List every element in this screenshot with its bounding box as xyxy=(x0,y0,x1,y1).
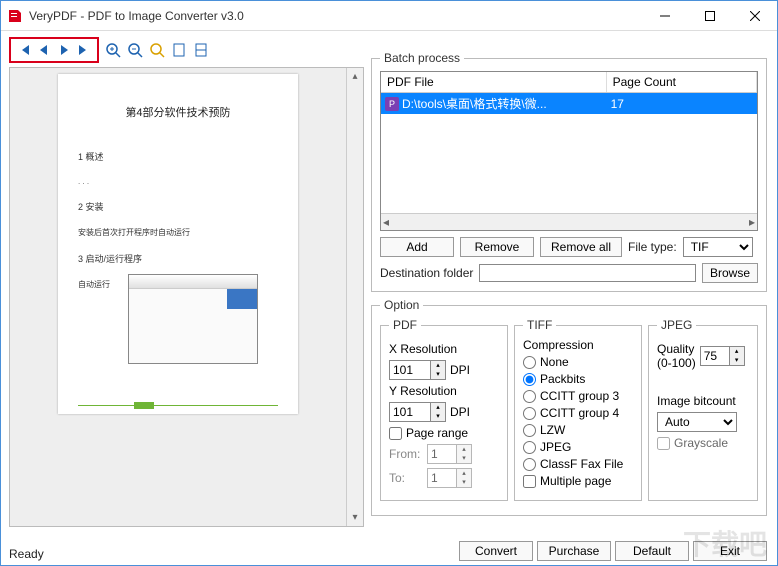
preview-divider xyxy=(78,405,278,406)
batch-header: PDF File Page Count xyxy=(381,72,757,93)
prev-page-button[interactable] xyxy=(35,41,53,59)
preview-line: 安装后首次打开程序时自动运行 xyxy=(78,227,278,238)
bitcount-select[interactable]: Auto xyxy=(657,412,737,432)
col-page-count[interactable]: Page Count xyxy=(607,72,757,92)
filetype-label: File type: xyxy=(628,240,677,254)
zoom-in-button[interactable] xyxy=(103,40,123,60)
last-page-button[interactable] xyxy=(75,41,93,59)
actual-size-button[interactable] xyxy=(147,40,167,60)
destination-label: Destination folder xyxy=(380,266,473,280)
convert-button[interactable]: Convert xyxy=(459,541,533,561)
toolbar xyxy=(9,35,211,65)
preview-line: 1 概述 xyxy=(78,150,278,163)
app-icon xyxy=(7,8,23,24)
quality-input[interactable]: ▴▾ xyxy=(700,346,745,366)
preview-line: 3 启动/运行程序 xyxy=(78,252,278,265)
yres-label: Y Resolution xyxy=(389,384,457,398)
pdf-legend: PDF xyxy=(389,318,421,332)
remove-all-button[interactable]: Remove all xyxy=(540,237,622,257)
dpi-label: DPI xyxy=(450,405,470,419)
zoom-out-button[interactable] xyxy=(125,40,145,60)
yres-input[interactable]: ▴▾ xyxy=(389,402,446,422)
grayscale-checkbox[interactable] xyxy=(657,437,670,450)
fit-width-button[interactable] xyxy=(191,40,211,60)
dpi-label: DPI xyxy=(450,363,470,377)
purchase-button[interactable]: Purchase xyxy=(537,541,611,561)
option-group: Option PDF X Resolution ▴▾ DPI Y Resolut… xyxy=(371,298,767,516)
preview-line: 2 安装 xyxy=(78,200,278,213)
file-path: D:\tools\桌面\格式转换\微... xyxy=(402,95,547,112)
batch-row-selected[interactable]: PD:\tools\桌面\格式转换\微... 17 xyxy=(381,93,757,114)
comp-none[interactable]: None xyxy=(523,355,633,369)
preview-title: 第4部分软件技术预防 xyxy=(78,104,278,120)
comp-lzw[interactable]: LZW xyxy=(523,423,633,437)
fit-page-button[interactable] xyxy=(169,40,189,60)
preview-scrollbar[interactable]: ▴ ▾ xyxy=(346,68,363,526)
pdf-group: PDF X Resolution ▴▾ DPI Y Resolution ▴▾ … xyxy=(380,318,508,501)
grayscale-label: Grayscale xyxy=(674,436,728,450)
quality-label: Quality xyxy=(657,342,696,356)
pdf-file-icon: P xyxy=(385,97,399,111)
add-button[interactable]: Add xyxy=(380,237,454,257)
batch-legend: Batch process xyxy=(380,51,464,65)
to-label: To: xyxy=(389,471,423,485)
comp-ccitt3[interactable]: CCITT group 3 xyxy=(523,389,633,403)
preview-pane: 第4部分软件技术预防 1 概述 . . . 2 安装 安装后首次打开程序时自动运… xyxy=(9,67,364,527)
remove-button[interactable]: Remove xyxy=(460,237,534,257)
close-button[interactable] xyxy=(732,1,777,30)
batch-hscroll[interactable]: ◂▸ xyxy=(381,213,757,230)
xres-input[interactable]: ▴▾ xyxy=(389,360,446,380)
pdf-page-preview: 第4部分软件技术预防 1 概述 . . . 2 安装 安装后首次打开程序时自动运… xyxy=(58,74,298,414)
comp-jpeg[interactable]: JPEG xyxy=(523,440,633,454)
to-input[interactable]: ▴▾ xyxy=(427,468,472,488)
minimize-button[interactable] xyxy=(642,1,687,30)
exit-button[interactable]: Exit xyxy=(693,541,767,561)
titlebar: VeryPDF - PDF to Image Converter v3.0 xyxy=(1,1,777,31)
first-page-button[interactable] xyxy=(15,41,33,59)
batch-process-group: Batch process PDF File Page Count PD:\to… xyxy=(371,51,767,292)
comp-packbits[interactable]: Packbits xyxy=(523,372,633,386)
comp-classf[interactable]: ClassF Fax File xyxy=(523,457,633,471)
page-range-label: Page range xyxy=(406,426,468,440)
xres-label: X Resolution xyxy=(389,342,457,356)
file-pagecount: 17 xyxy=(607,93,757,114)
batch-file-list[interactable]: PDF File Page Count PD:\tools\桌面\格式转换\微.… xyxy=(380,71,758,231)
tiff-legend: TIFF xyxy=(523,318,556,332)
multipage-checkbox[interactable]: Multiple page xyxy=(523,474,633,488)
from-label: From: xyxy=(389,447,423,461)
jpeg-legend: JPEG xyxy=(657,318,696,332)
page-range-checkbox[interactable] xyxy=(389,427,402,440)
window-title: VeryPDF - PDF to Image Converter v3.0 xyxy=(29,9,642,23)
next-page-button[interactable] xyxy=(55,41,73,59)
default-button[interactable]: Default xyxy=(615,541,689,561)
from-input[interactable]: ▴▾ xyxy=(427,444,472,464)
filetype-select[interactable]: TIF xyxy=(683,237,753,257)
browse-button[interactable]: Browse xyxy=(702,263,758,283)
preview-embedded-dialog xyxy=(128,274,258,364)
nav-group-highlight xyxy=(9,37,99,63)
comp-ccitt4[interactable]: CCITT group 4 xyxy=(523,406,633,420)
jpeg-group: JPEG Quality (0-100) ▴▾ Image bitcount A… xyxy=(648,318,758,501)
col-pdf-file[interactable]: PDF File xyxy=(381,72,607,92)
maximize-button[interactable] xyxy=(687,1,732,30)
action-bar: Convert Purchase Default Exit xyxy=(459,541,767,561)
bitcount-label: Image bitcount xyxy=(657,394,749,408)
quality-range-label: (0-100) xyxy=(657,356,696,370)
destination-input[interactable] xyxy=(479,264,696,282)
tiff-group: TIFF Compression None Packbits CCITT gro… xyxy=(514,318,642,501)
option-legend: Option xyxy=(380,298,423,312)
compression-label: Compression xyxy=(523,338,633,352)
status-bar: Ready xyxy=(9,547,44,561)
